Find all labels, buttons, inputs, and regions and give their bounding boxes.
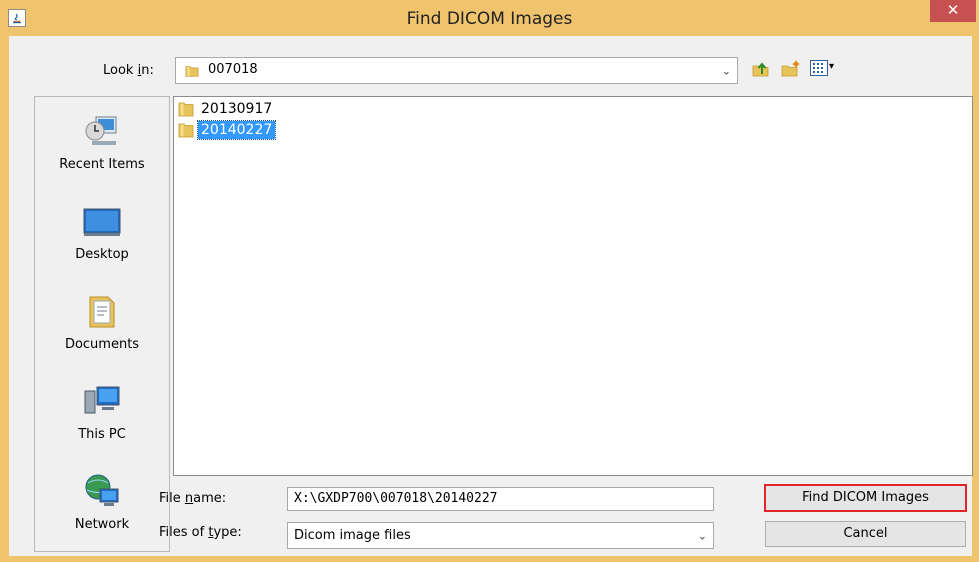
list-item-folder-20130917[interactable]: 20130917 [178,100,275,118]
files-of-type-label-pre: Files of [159,525,209,540]
file-name-text: 20140227 [196,120,277,140]
view-menu-button[interactable]: ▾ [810,60,838,78]
documents-icon [89,296,115,328]
places-sidebar: Recent Items Desktop Documents This PC N… [34,96,170,552]
sidebar-item-desktop[interactable]: Desktop [35,197,169,283]
sidebar-item-documents[interactable]: Documents [35,287,169,373]
sidebar-item-this-pc[interactable]: This PC [35,377,169,463]
cancel-button[interactable]: Cancel [765,521,966,547]
view-menu-arrow-icon: ▾ [829,61,835,72]
file-name-label-post: ame: [193,491,227,506]
list-item-folder-20140227[interactable]: 20140227 [178,120,277,140]
folder-icon [178,102,194,117]
file-list[interactable]: 20130917 20140227 [173,96,973,476]
recent-items-icon [85,116,117,145]
file-name-label: File name: [159,491,226,506]
file-name-input[interactable]: X:\GXDP700\007018\20140227 [287,487,714,511]
sidebar-item-recent-items[interactable]: Recent Items [35,107,169,193]
look-in-combo[interactable]: 007018 ⌄ [175,57,738,84]
folder-icon [185,66,199,77]
look-in-label-pre: Look [103,63,138,78]
look-in-label: Look in: [103,63,154,78]
files-of-type-value: Dicom image files [294,528,411,543]
title-bar[interactable]: Find DICOM Images ✕ [0,0,979,36]
network-icon [85,474,119,506]
file-name-label-pre: File [159,491,185,506]
create-new-folder-icon[interactable] [780,59,800,79]
file-name-text: 20130917 [201,101,273,117]
files-of-type-label: Files of type: [159,525,242,540]
find-dicom-images-button[interactable]: Find DICOM Images [764,484,967,512]
chevron-down-icon: ⌄ [721,64,731,77]
up-one-level-icon[interactable] [751,59,771,79]
list-view-icon [810,60,828,76]
dialog-window: Find DICOM Images ✕ Look in: 007018 ⌄ ▾ … [0,0,979,562]
dialog-client-area: Look in: 007018 ⌄ ▾ Recent Items Desktop… [9,36,973,556]
this-pc-icon [84,386,120,414]
sidebar-item-label: Recent Items [59,157,145,172]
look-in-value: 007018 [208,62,258,77]
files-of-type-label-post: ype: [213,525,242,540]
sidebar-item-network[interactable]: Network [35,467,169,553]
desktop-icon [83,208,121,236]
file-name-mnemonic: n [184,491,194,506]
sidebar-item-label: Documents [64,337,140,352]
look-in-label-post: n: [141,63,154,78]
close-button[interactable]: ✕ [930,0,976,22]
sidebar-item-label: Desktop [75,247,129,262]
chevron-down-icon: ⌄ [697,529,707,542]
close-icon: ✕ [946,1,960,19]
files-of-type-select[interactable]: Dicom image files ⌄ [287,522,714,549]
sidebar-item-label: This PC [78,427,126,442]
folder-icon [178,123,194,138]
sidebar-item-label: Network [74,517,130,532]
dialog-title: Find DICOM Images [406,9,573,29]
